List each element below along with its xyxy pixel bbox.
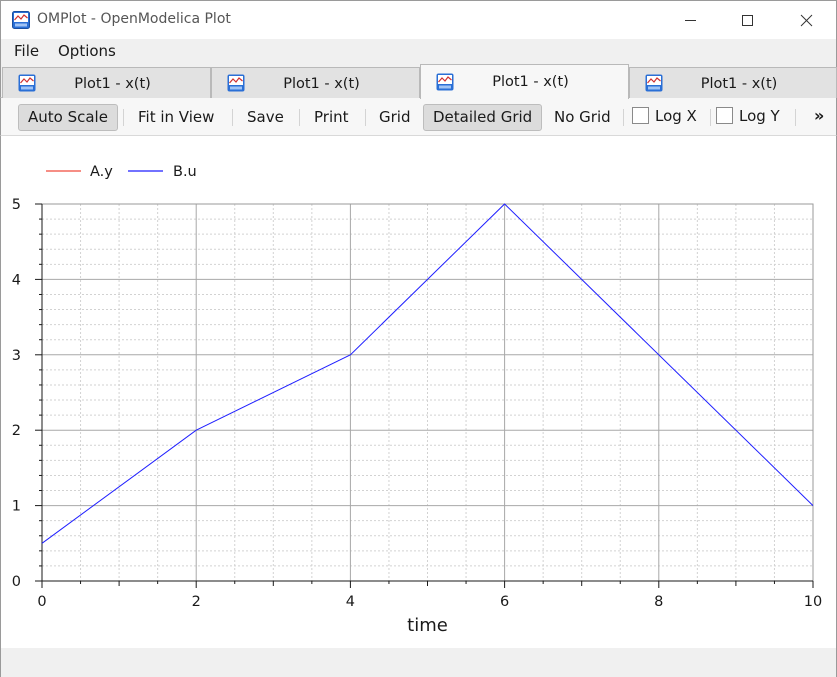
plot-toolbar: Auto Scale Fit in View Save Print Grid D…	[0, 98, 837, 136]
tab-bar: Plot1 - x(t) Plot1 - x(t) Plot1 - x(t) P…	[0, 64, 837, 99]
toolbar-separator	[365, 109, 366, 126]
y-tick-label: 0	[12, 574, 21, 590]
log-y-checkbox[interactable]: Log Y	[716, 107, 780, 127]
toolbar-separator	[623, 109, 624, 126]
checkbox-box[interactable]	[632, 107, 649, 124]
grid-button[interactable]: Grid	[370, 104, 419, 131]
tab-plot-3[interactable]: Plot1 - x(t)	[420, 64, 629, 99]
auto-scale-button[interactable]: Auto Scale	[18, 104, 118, 131]
tab-plot-1[interactable]: Plot1 - x(t)	[2, 67, 211, 98]
y-tick-label: 4	[12, 272, 21, 288]
x-tick-label: 2	[192, 594, 201, 610]
legend-label-a-y: A.y	[90, 164, 113, 180]
menu-bar: File Options	[0, 39, 837, 64]
status-bar	[0, 648, 837, 677]
y-tick-label: 2	[12, 423, 21, 439]
menu-file[interactable]: File	[14, 42, 39, 60]
y-tick-label: 1	[12, 499, 21, 515]
y-tick-label: 5	[12, 197, 21, 213]
x-tick-label: 6	[500, 594, 509, 610]
no-grid-button[interactable]: No Grid	[545, 104, 620, 131]
fit-in-view-button[interactable]: Fit in View	[129, 104, 223, 131]
toolbar-separator	[710, 109, 711, 126]
minimize-button[interactable]	[661, 1, 719, 40]
log-y-label: Log Y	[739, 107, 780, 125]
plot-canvas[interactable]: A.y B.u 0 2 4 6 8 10 0 1 2 3 4 5 time	[1, 136, 836, 648]
save-button[interactable]: Save	[238, 104, 293, 131]
tab-plot-4[interactable]: Plot1 - x(t)	[629, 67, 837, 98]
x-tick-label: 8	[654, 594, 663, 610]
legend: A.y B.u	[46, 164, 197, 180]
toolbar-separator	[299, 109, 300, 126]
y-tick-label: 3	[12, 348, 21, 364]
x-tick-label: 0	[37, 594, 46, 610]
tab-plot-2[interactable]: Plot1 - x(t)	[211, 67, 420, 98]
tab-label: Plot1 - x(t)	[74, 76, 151, 92]
axes: 0 2 4 6 8 10 0 1 2 3 4 5	[12, 197, 822, 610]
toolbar-separator	[795, 109, 796, 126]
window-titlebar: OMPlot - OpenModelica Plot	[0, 0, 837, 39]
plot-area[interactable]: A.y B.u 0 2 4 6 8 10 0 1 2 3 4 5 time	[0, 136, 837, 648]
tab-label: Plot1 - x(t)	[283, 76, 360, 92]
detailed-grid-button[interactable]: Detailed Grid	[423, 104, 543, 131]
x-tick-label: 10	[804, 594, 822, 610]
window-title: OMPlot - OpenModelica Plot	[37, 11, 231, 27]
maximize-button[interactable]	[719, 1, 777, 40]
x-axis-label: time	[407, 615, 448, 636]
tab-label: Plot1 - x(t)	[492, 74, 569, 90]
log-x-label: Log X	[655, 107, 697, 125]
checkbox-box[interactable]	[716, 107, 733, 124]
x-tick-label: 4	[346, 594, 355, 610]
close-button[interactable]	[778, 1, 836, 40]
log-x-checkbox[interactable]: Log X	[632, 107, 697, 127]
toolbar-separator	[232, 109, 233, 126]
legend-label-b-u: B.u	[173, 164, 197, 180]
toolbar-overflow-button[interactable]: »	[814, 106, 824, 125]
openmodelica-plot-icon	[12, 11, 30, 29]
menu-options[interactable]: Options	[58, 42, 116, 60]
tab-label: Plot1 - x(t)	[700, 76, 778, 92]
print-button[interactable]: Print	[305, 104, 358, 131]
toolbar-separator	[123, 109, 124, 126]
